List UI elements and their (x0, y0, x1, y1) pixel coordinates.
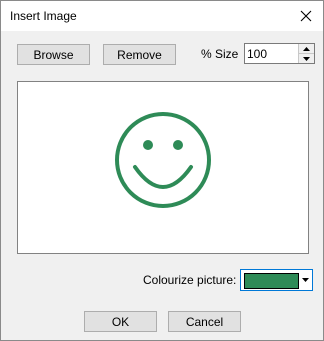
spin-up-button[interactable] (299, 44, 314, 54)
smiley-face-image (115, 112, 211, 208)
colorize-dropdown-button[interactable] (300, 271, 311, 289)
ok-button[interactable]: OK (84, 311, 157, 332)
close-button[interactable] (289, 1, 323, 31)
spin-down-icon (303, 56, 310, 61)
browse-button[interactable]: Browse (17, 44, 90, 65)
smiley-mouth (133, 165, 193, 189)
color-swatch (244, 273, 299, 289)
chevron-down-icon (302, 278, 309, 282)
remove-button[interactable]: Remove (103, 44, 176, 65)
size-stepper[interactable]: 100 (244, 43, 315, 64)
colorize-label: Colourize picture: (143, 273, 237, 287)
spin-down-button[interactable] (299, 54, 314, 63)
close-icon (300, 10, 312, 22)
smiley-right-eye (173, 140, 183, 150)
size-label: % Size (201, 47, 239, 61)
insert-image-dialog: Insert Image Browse Remove % Size 100 Co… (0, 0, 324, 341)
spin-up-icon (303, 46, 310, 51)
dialog-title: Insert Image (10, 9, 77, 23)
size-input[interactable]: 100 (247, 47, 267, 61)
image-preview (17, 81, 309, 254)
cancel-button[interactable]: Cancel (168, 311, 241, 332)
smiley-outline (115, 112, 211, 208)
smiley-left-eye (143, 140, 153, 150)
colorize-select[interactable] (240, 269, 313, 291)
title-bar: Insert Image (1, 1, 323, 31)
spin-buttons (298, 44, 314, 63)
